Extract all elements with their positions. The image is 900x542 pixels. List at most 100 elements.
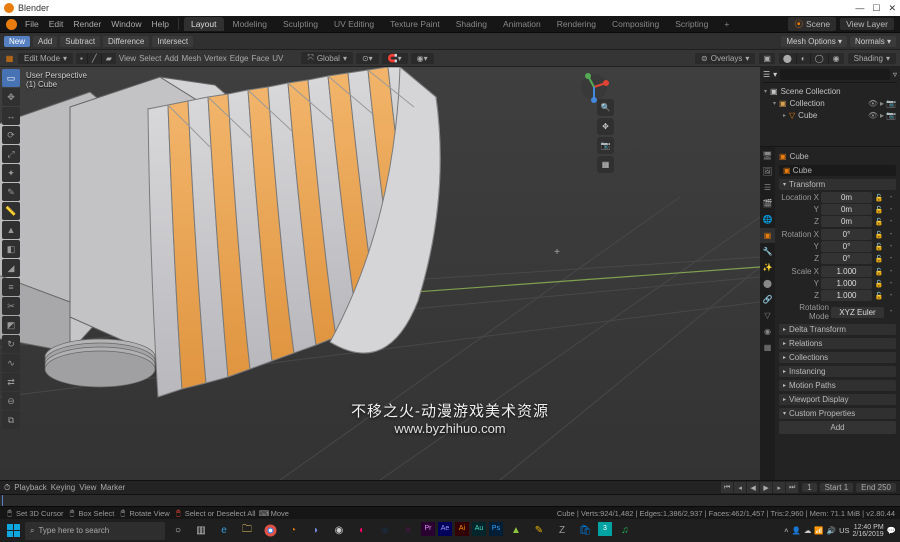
tab-modeling[interactable]: Modeling	[226, 17, 275, 31]
scale-y-value[interactable]: 1.000	[821, 278, 872, 289]
app-blender[interactable]: ◔	[283, 522, 303, 540]
panel-transform[interactable]: ▾Transform	[779, 179, 896, 190]
scale-z-value[interactable]: 1.000	[821, 290, 872, 301]
panel-instancing[interactable]: ▸Instancing	[779, 366, 896, 377]
vh-menu-edge[interactable]: Edge	[230, 54, 249, 63]
app-store[interactable]: 🛍	[575, 522, 595, 540]
panel-delta[interactable]: ▸Delta Transform	[779, 324, 896, 335]
notifications-icon[interactable]: 💬	[887, 526, 896, 535]
tab-rendering[interactable]: Rendering	[550, 17, 603, 31]
vh-menu-uv[interactable]: UV	[272, 54, 283, 63]
tl-menu-keying[interactable]: Keying	[51, 483, 75, 492]
menu-help[interactable]: Help	[147, 19, 172, 29]
pan-button[interactable]: ✥	[597, 118, 614, 135]
tab-animation[interactable]: Animation	[496, 17, 548, 31]
loc-y-value[interactable]: 0m	[821, 204, 872, 215]
tab-scripting[interactable]: Scripting	[668, 17, 715, 31]
proportional-toggle[interactable]: ◉▾	[411, 53, 434, 64]
tool-move[interactable]: ↔	[2, 107, 20, 125]
play-rev-icon[interactable]: ◀	[747, 482, 759, 493]
app-discord[interactable]: ◗	[306, 522, 326, 540]
close-button[interactable]: ✕	[888, 3, 896, 14]
tool-knife[interactable]: ✂	[2, 297, 20, 315]
eye-icon[interactable]: 👁	[868, 111, 878, 120]
playback-controls[interactable]: ⏮ ◂ ◀ ▶ ▸ ⏭	[721, 482, 798, 493]
outliner-search[interactable]	[780, 69, 890, 80]
lock-icon[interactable]: 🔓	[874, 194, 884, 202]
tab-uvediting[interactable]: UV Editing	[327, 17, 381, 31]
play-icon[interactable]: ▶	[760, 482, 772, 493]
perspective-button[interactable]: ▦	[597, 156, 614, 173]
tray-volume-icon[interactable]: 🔊	[827, 526, 836, 535]
tool-inset[interactable]: ◧	[2, 240, 20, 258]
vh-menu-face[interactable]: Face	[251, 54, 269, 63]
vh-menu-vertex[interactable]: Vertex	[204, 54, 227, 63]
shading-dropdown[interactable]: Shading ▾	[848, 53, 896, 64]
tray-cloud-icon[interactable]: ☁	[804, 526, 812, 535]
app-illustrator[interactable]: Ai	[455, 522, 469, 536]
bool-subtract-button[interactable]: Subtract	[60, 36, 100, 47]
app-spotify[interactable]: ♫	[615, 522, 635, 540]
tab-sculpting[interactable]: Sculpting	[276, 17, 325, 31]
start-frame[interactable]: Start 1	[820, 483, 854, 492]
shading-toggle[interactable]: ⬤◐◯◉	[779, 53, 844, 64]
prop-tab-render[interactable]: 🖥	[760, 148, 775, 163]
timeline-track[interactable]	[0, 494, 900, 506]
tool-bevel[interactable]: ◢	[2, 259, 20, 277]
tl-menu-playback[interactable]: Playback	[14, 483, 46, 492]
orientation-selector[interactable]: ⤧ Global ▾	[301, 52, 353, 64]
pivot-selector[interactable]: ⊙▾	[356, 53, 379, 64]
tool-annotate[interactable]: ✎	[2, 183, 20, 201]
panel-relations[interactable]: ▸Relations	[779, 338, 896, 349]
tool-scale[interactable]: ⤢	[2, 145, 20, 163]
tool-cursor[interactable]: ✥	[2, 88, 20, 106]
loc-z-value[interactable]: 0m	[821, 216, 872, 227]
start-button[interactable]	[4, 522, 22, 540]
tray-wifi-icon[interactable]: 📶	[814, 526, 823, 535]
prop-tab-viewlayer[interactable]: ☰	[760, 180, 775, 195]
overlays-toggle[interactable]: ⊜ Overlays ▾	[695, 53, 755, 64]
app-explorer[interactable]: 🗀	[237, 522, 257, 540]
tool-rip[interactable]: ⧉	[2, 411, 20, 429]
app-notes[interactable]: ✎	[529, 522, 549, 540]
render-icon[interactable]: 📷	[886, 99, 896, 108]
prev-key-icon[interactable]: ◂	[734, 482, 746, 493]
app-chrome[interactable]	[260, 522, 280, 540]
app-krita[interactable]: ◐	[352, 522, 372, 540]
rot-x-value[interactable]: 0°	[821, 229, 872, 240]
maximize-button[interactable]: ☐	[872, 3, 880, 14]
prop-tab-scene[interactable]: 🎬	[760, 196, 775, 211]
tool-edgeslide[interactable]: ⇄	[2, 373, 20, 391]
zoom-button[interactable]: 🔍	[597, 99, 614, 116]
tray-people-icon[interactable]: 👤	[792, 526, 801, 535]
render-icon[interactable]: 📷	[886, 111, 896, 120]
app-3dsmax[interactable]: 3	[598, 522, 612, 536]
bool-add-button[interactable]: Add	[33, 36, 57, 47]
select-icon[interactable]: ▸	[880, 99, 884, 108]
next-key-icon[interactable]: ▸	[773, 482, 785, 493]
menu-file[interactable]: File	[21, 19, 43, 29]
scale-x-value[interactable]: 1.000	[821, 266, 872, 277]
outliner[interactable]: ☰ ▾ ▿ ▾▣ Scene Collection ▾▣ Collection …	[760, 67, 900, 147]
custom-add-button[interactable]: Add	[779, 421, 896, 434]
snap-toggle[interactable]: 🧲▾	[382, 53, 408, 64]
tab-shading[interactable]: Shading	[449, 17, 494, 31]
outliner-type-icon[interactable]: ☰	[763, 70, 770, 79]
end-frame[interactable]: End 250	[856, 483, 896, 492]
tool-measure[interactable]: 📏	[2, 202, 20, 220]
tool-extrude[interactable]: ▲	[2, 221, 20, 239]
app-substance[interactable]: ▲	[506, 522, 526, 540]
panel-custom[interactable]: ▾Custom Properties	[779, 408, 896, 419]
vh-menu-mesh[interactable]: Mesh	[182, 54, 202, 63]
app-obs[interactable]: ◉	[329, 522, 349, 540]
outliner-cube[interactable]: ▸▽ Cube 👁▸📷	[763, 109, 897, 121]
select-icon[interactable]: ▸	[880, 111, 884, 120]
tab-add[interactable]: +	[717, 17, 736, 31]
normals-dropdown[interactable]: Normals ▾	[850, 36, 896, 47]
app-audition[interactable]: Au	[472, 522, 486, 536]
rotmode-value[interactable]: XYZ Euler	[831, 307, 884, 318]
tray-up-icon[interactable]: ˄	[784, 526, 788, 535]
app-aftereffects[interactable]: Ae	[438, 522, 452, 536]
menu-render[interactable]: Render	[69, 19, 105, 29]
object-name-field[interactable]: ▣ Cube	[779, 165, 896, 176]
